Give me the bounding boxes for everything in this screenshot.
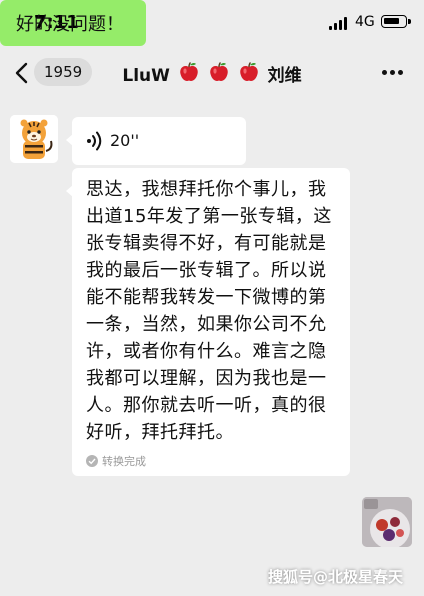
battery-icon [381,15,411,28]
tiger-avatar-icon [10,115,58,163]
check-circle-icon [86,455,98,467]
self-avatar[interactable] [362,497,412,547]
apple-icon [180,62,198,81]
apple-icons [177,61,261,88]
chat-title-prefix: LluW [122,66,170,86]
voice-duration: 20'' [110,131,140,150]
more-icon[interactable] [382,70,404,76]
voice-message-bubble[interactable]: 20'' [66,117,246,165]
contact-avatar[interactable] [10,115,58,163]
signal-icon [329,17,347,30]
watermark: 搜狐号@北极星春天 [268,568,404,586]
sent-message-text: 好的没问题！ [16,14,124,35]
chat-header: 1959 LluW 刘维 [0,46,424,98]
apple-icon [209,62,228,81]
network-label: 4G [355,14,375,30]
transcribe-status: 转换完成 [86,453,146,469]
chat-title-suffix: 刘维 [267,66,302,86]
voice-wave-icon [87,131,102,151]
apple-icon [239,62,258,81]
food-photo-avatar-icon [362,497,412,547]
transcript-bubble[interactable]: 思达，我想拜托你个事儿，我出道15年发了第一张专辑，这张专辑卖得不好，有可能就是… [66,168,350,476]
transcribe-status-label: 转换完成 [102,455,146,468]
transcript-text: 思达，我想拜托你个事儿，我出道15年发了第一张专辑，这张专辑卖得不好，有可能就是… [86,179,332,443]
chat-title: LluW 刘维 [0,61,424,88]
